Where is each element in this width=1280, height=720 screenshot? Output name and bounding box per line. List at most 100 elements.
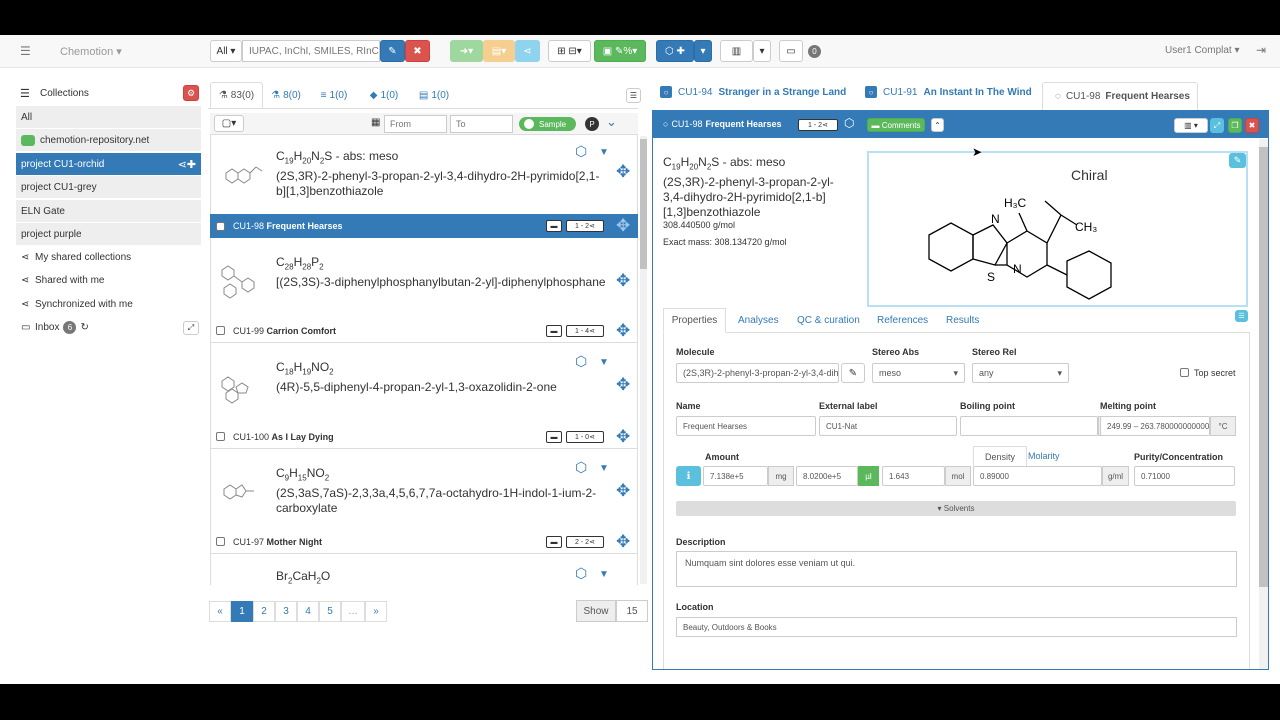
molecule-icon[interactable]: ⬡ (575, 565, 587, 582)
drag-handle-icon[interactable]: ✥ (616, 481, 630, 501)
top-secret-checkbox[interactable] (1180, 368, 1189, 377)
comment-icon[interactable]: ▬ (546, 536, 562, 548)
chevron-down-icon[interactable]: ▼ (599, 569, 609, 580)
search-scope-select[interactable]: All ▾ (210, 40, 242, 62)
menu-icon[interactable]: ☰ (20, 44, 31, 58)
detail-scrollbar[interactable] (1259, 139, 1268, 669)
assign-button[interactable]: ▤▾ (483, 40, 515, 62)
move-to-button[interactable]: ➜▾ (450, 40, 483, 62)
expand-sidebar-button[interactable]: ⤢ (183, 321, 199, 335)
amount-volume-input[interactable]: 8.0200e+5 (796, 466, 858, 486)
tab-molarity[interactable]: Molarity (1028, 451, 1060, 461)
page-2[interactable]: 2 (253, 601, 275, 622)
molecule-icon[interactable]: ⬡ (575, 459, 587, 476)
sample-toggle[interactable]: Sample (519, 117, 576, 131)
reaction-tag[interactable]: 1 - 0 ⋖ (566, 431, 604, 443)
user-menu[interactable]: User1 Complat ▾ (1165, 45, 1240, 56)
page-3[interactable]: 3 (275, 601, 297, 622)
comment-icon[interactable]: ▬ (546, 220, 562, 232)
sidebar-item-cu1-grey[interactable]: project CU1-grey (16, 176, 201, 198)
sidebar-link-synchronized[interactable]: ⋖ Synchronized with me (16, 293, 201, 315)
sidebar-link-inbox[interactable]: ▭ Inbox 6 ↻ (16, 316, 201, 338)
sidebar-item-repository[interactable]: chemotion-repository.net (16, 129, 201, 151)
detail-tab-cu1-98[interactable]: ◌ CU1-98 Frequent Hearses (1042, 82, 1198, 110)
reaction-tag[interactable]: 1 - 2 ⋖ (566, 220, 604, 232)
sample-card[interactable]: Br2CaH2O (210, 559, 638, 585)
structure-viewer[interactable]: Chiral N S N H₃C CH₃ ✎ (867, 151, 1248, 307)
drag-handle-icon[interactable]: ✥ (616, 375, 630, 395)
export-button[interactable]: ⊞ ⊟▾ (548, 40, 591, 62)
per-page-input[interactable]: 15 (616, 600, 648, 622)
collapse-all-icon[interactable]: ⌄ (606, 114, 617, 130)
amount-info-button[interactable]: ℹ (676, 466, 701, 486)
scan-dropdown-button[interactable]: ▾ (753, 40, 771, 62)
page-4[interactable]: 4 (297, 601, 319, 622)
stereo-abs-select[interactable]: meso ▾ (872, 363, 965, 383)
sample-card[interactable]: C9H15NO2 (2S,3aS,7aS)-2,3,3a,4,5,6,7,7a-… (210, 453, 638, 529)
share-add-icon[interactable]: ⋖✚ (178, 158, 196, 171)
melting-point-input[interactable]: 249.99 – 263.780000000000 (1100, 416, 1210, 436)
toggle-layout-button[interactable]: ☰ (1235, 310, 1248, 322)
fullscreen-button[interactable]: ⤢ (1210, 118, 1224, 133)
collection-settings-button[interactable]: ⚙ (183, 85, 199, 101)
date-from-input[interactable] (384, 115, 447, 133)
external-label-input[interactable]: CU1-Nat (819, 416, 957, 436)
tab-density[interactable]: Density (973, 446, 1027, 466)
sample-card[interactable]: C18H19NO2 (4R)-5,5-diphenyl-4-propan-2-y… (210, 347, 638, 423)
tab-reactions[interactable]: ⚗ 8(0) (266, 82, 306, 108)
location-input[interactable]: Beauty, Outdoors & Books (676, 617, 1237, 637)
copy-button[interactable]: ❐ (1228, 118, 1242, 133)
molecule-icon[interactable]: ⬡ (844, 116, 854, 130)
sidebar-item-cu1-orchid[interactable]: project CU1-orchid ⋖✚ (16, 153, 201, 175)
tab-screens[interactable]: ◆ 1(0) (362, 82, 406, 108)
molecule-icon[interactable]: ⬡ (575, 143, 587, 160)
amount-mol-unit[interactable]: mol (945, 466, 971, 486)
page-prev[interactable]: « (209, 601, 231, 622)
melting-point-unit[interactable]: °C (1210, 416, 1236, 436)
sidebar-item-eln-gate[interactable]: ELN Gate (16, 200, 201, 222)
chevron-down-icon[interactable]: ▼ (599, 147, 609, 158)
page-1[interactable]: 1 (231, 601, 253, 622)
drag-handle-icon[interactable]: ✥ (616, 271, 630, 291)
amount-mol-input[interactable]: 1.643 (882, 466, 945, 486)
scrollbar-thumb[interactable] (1259, 147, 1268, 587)
structure-search-button[interactable]: ✎ (380, 40, 405, 62)
subtab-results[interactable]: Results (946, 315, 979, 326)
sidebar-link-shared-with-me[interactable]: ⋖ Shared with me (16, 269, 201, 291)
amount-mg-unit[interactable]: mg (768, 466, 794, 486)
list-scrollbar[interactable] (640, 136, 647, 584)
comments-button[interactable]: ▬ Comments (867, 118, 925, 132)
row-checkbox[interactable] (216, 221, 225, 231)
drag-handle-icon[interactable]: ✥ (616, 216, 630, 236)
reaction-tag[interactable]: 1 - 4 ⋖ (566, 325, 604, 337)
sidebar-link-my-shared[interactable]: ⋖ My shared collections (16, 246, 201, 268)
report-button[interactable]: ▣ ✎%▾ (594, 40, 646, 62)
drag-handle-icon[interactable]: ✥ (616, 162, 630, 182)
molecule-select[interactable]: (2S,3R)-2-phenyl-3-propan-2-yl-3,4-dihyd… (676, 363, 839, 383)
subtab-references[interactable]: References (877, 315, 928, 326)
sample-card[interactable]: C19H20N2S - abs: meso (2S,3R)-2-phenyl-3… (210, 137, 638, 213)
amount-mg-input[interactable]: 7.138e+5 (703, 466, 768, 486)
reaction-tag[interactable]: 1 - 2 ⋖ (798, 119, 838, 131)
scan-button[interactable]: ▥ (720, 40, 753, 62)
reaction-tag[interactable]: 2 - 2 ⋖ (566, 536, 604, 548)
sidebar-item-purple[interactable]: project purple (16, 223, 201, 245)
drag-handle-icon[interactable]: ✥ (616, 321, 630, 341)
name-input[interactable]: Frequent Hearses (676, 416, 816, 436)
share-button[interactable]: ⋖ (515, 40, 540, 62)
comment-icon[interactable]: ▬ (546, 325, 562, 337)
create-button[interactable]: ⬡ ✚ (656, 40, 694, 62)
row-checkbox[interactable] (216, 537, 225, 546)
close-detail-button[interactable]: ✖ (1245, 118, 1259, 133)
amount-volume-unit[interactable]: µl (858, 466, 879, 486)
row-checkbox[interactable] (216, 326, 225, 335)
collapse-header-button[interactable]: ⌃ (931, 118, 944, 132)
detail-tab-cu1-94[interactable]: ○ CU1-94 Stranger in a Strange Land (660, 86, 846, 98)
drag-handle-icon[interactable]: ✥ (616, 427, 630, 447)
subtab-qc-curation[interactable]: QC & curation (797, 315, 860, 326)
molecule-icon[interactable]: ⬡ (575, 353, 587, 370)
sidebar-item-all[interactable]: All (16, 106, 201, 128)
print-button[interactable]: ▥ ▾ (1174, 118, 1208, 133)
subtab-properties[interactable]: Properties (663, 308, 726, 333)
page-5[interactable]: 5 (319, 601, 341, 622)
